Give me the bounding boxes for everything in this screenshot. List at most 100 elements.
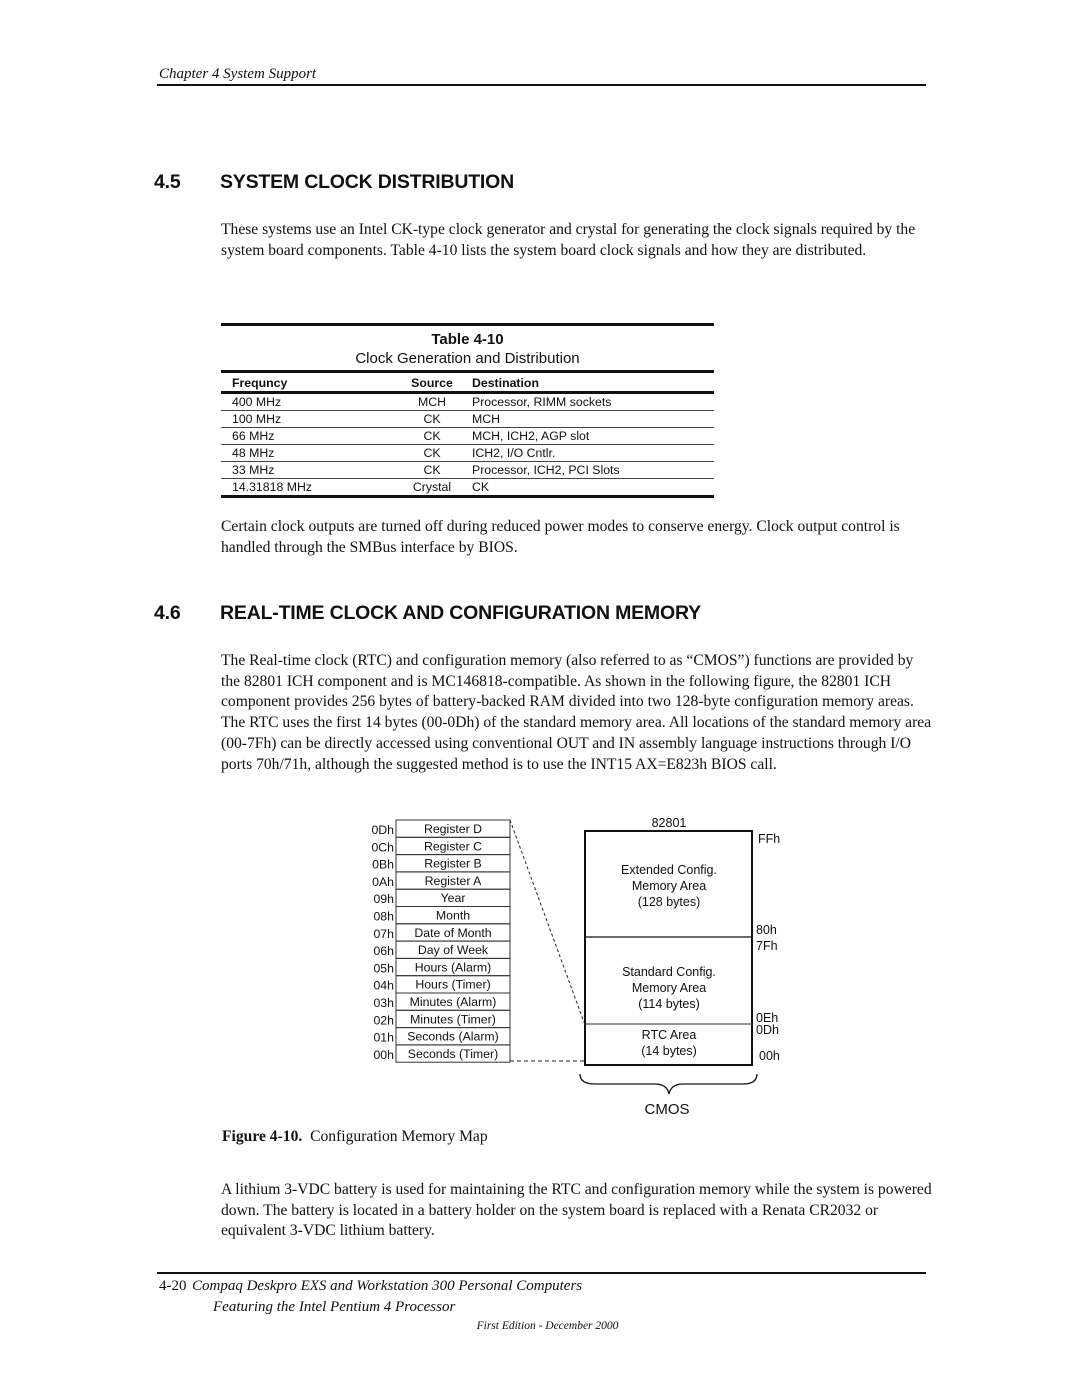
- rtc-register-stack: Register D 0Dh Register C 0Ch Register B 0Bh R…: [371, 819, 511, 1063]
- register-address: 06h: [373, 944, 394, 958]
- cell-frequency: 14.31818 MHz: [221, 478, 397, 498]
- register-address: 0Ch: [371, 840, 394, 854]
- cell-destination: Processor, ICH2, PCI Slots: [467, 461, 714, 479]
- register-name: Register A: [425, 874, 483, 888]
- rtc-area-line2: (14 bytes): [641, 1044, 697, 1058]
- cell-source: CK: [397, 427, 467, 445]
- configuration-memory-map: Register D 0Dh Register C 0Ch Register B 0Bh R…: [355, 812, 795, 1122]
- cell-frequency: 48 MHz: [221, 444, 397, 462]
- table-header-row: Frequncy Source Destination: [221, 373, 714, 394]
- register-name: Month: [436, 909, 470, 923]
- addr-label-7fh: 7Fh: [756, 939, 778, 953]
- register-address: 02h: [373, 1013, 394, 1027]
- figure-number: Figure 4-10.: [222, 1128, 303, 1145]
- register-address: 0Ah: [372, 875, 394, 889]
- rtc-paragraph: The Real-time clock (RTC) and configurat…: [221, 652, 932, 773]
- table-row: 14.31818 MHz Crystal CK: [221, 478, 714, 498]
- cell-destination: ICH2, I/O Cntlr.: [467, 444, 714, 462]
- extended-area-line2: Memory Area: [632, 879, 706, 893]
- edition-note: First Edition - December 2000: [476, 1320, 619, 1332]
- register-address: 05h: [373, 961, 394, 975]
- cell-source: CK: [397, 444, 467, 462]
- column-header-destination: Destination: [467, 373, 714, 394]
- register-name: Day of Week: [418, 943, 489, 957]
- cell-frequency: 400 MHz: [221, 392, 397, 411]
- standard-area-line3: (114 bytes): [638, 997, 700, 1011]
- footer-title-line1: 4-20 Compaq Deskpro EXS and Workstation 3…: [159, 1278, 582, 1295]
- register-name: Hours (Alarm): [415, 960, 492, 974]
- clock-distribution-table: Frequncy Source Destination 400 MHz MCH Pr…: [221, 373, 714, 498]
- page-number: 4-20: [159, 1278, 187, 1294]
- register-name: Register C: [424, 839, 482, 853]
- cell-frequency: 33 MHz: [221, 461, 397, 479]
- table-top-rule: [221, 323, 714, 326]
- section-heading-4-5: 4.5 SYSTEM CLOCK DISTRIBUTION: [154, 171, 514, 194]
- clock-output-paragraph: Certain clock outputs are turned off dur…: [221, 518, 900, 556]
- register-address: 03h: [373, 996, 394, 1010]
- column-header-frequency: Frequncy: [221, 373, 397, 394]
- table-row: 33 MHz CK Processor, ICH2, PCI Slots: [221, 461, 714, 479]
- section-title: SYSTEM CLOCK DISTRIBUTION: [220, 171, 515, 193]
- register-address: 08h: [373, 910, 394, 924]
- extended-area-line1: Extended Config.: [621, 863, 717, 877]
- register-name: Register B: [424, 857, 481, 871]
- footer-title-line2: Featuring the Intel Pentium 4 Processor: [213, 1299, 456, 1315]
- standard-area-line1: Standard Config.: [622, 965, 716, 979]
- cmos-label: CMOS: [645, 1101, 690, 1118]
- battery-paragraph: A lithium 3-VDC battery is used for main…: [221, 1181, 932, 1240]
- register-name: Minutes (Timer): [410, 1012, 496, 1026]
- register-name: Seconds (Alarm): [407, 1030, 499, 1044]
- register-name: Seconds (Timer): [408, 1047, 498, 1061]
- cell-source: Crystal: [397, 478, 467, 498]
- register-address: 0Dh: [371, 823, 394, 837]
- register-address: 00h: [373, 1048, 394, 1062]
- column-header-source: Source: [397, 373, 467, 394]
- cell-source: CK: [397, 410, 467, 428]
- register-address: 07h: [373, 927, 394, 941]
- book-title: Compaq Deskpro EXS and Workstation 300 P…: [192, 1278, 583, 1294]
- table-row: 100 MHz CK MCH: [221, 410, 714, 428]
- cell-destination: MCH, ICH2, AGP slot: [467, 427, 714, 445]
- register-address: 09h: [373, 892, 394, 906]
- cell-destination: CK: [467, 478, 714, 498]
- figure-caption: Figure 4-10. Configuration Memory Map: [222, 1128, 488, 1146]
- table-row: 400 MHz MCH Processor, RIMM sockets: [221, 392, 714, 411]
- cell-destination: Processor, RIMM sockets: [467, 392, 714, 411]
- table-row: 66 MHz CK MCH, ICH2, AGP slot: [221, 427, 714, 445]
- chapter-header: Chapter 4 System Support: [159, 66, 317, 82]
- addr-label-ffh: FFh: [758, 832, 780, 846]
- intro-paragraph: These systems use an Intel CK-type clock…: [221, 221, 916, 259]
- footer-rule: [157, 1272, 926, 1274]
- cell-destination: MCH: [467, 410, 714, 428]
- cell-source: CK: [397, 461, 467, 479]
- register-name: Year: [441, 891, 466, 905]
- section-title: REAL-TIME CLOCK AND CONFIGURATION MEMORY: [220, 602, 701, 624]
- register-name: Hours (Timer): [415, 978, 490, 992]
- chip-label: 82801: [652, 816, 687, 830]
- register-address: 0Bh: [372, 858, 394, 872]
- rtc-area-line1: RTC Area: [642, 1028, 697, 1042]
- register-name: Register D: [424, 822, 482, 836]
- table-title: Table 4-10: [431, 331, 504, 348]
- figure-title: Configuration Memory Map: [310, 1128, 488, 1145]
- cell-frequency: 100 MHz: [221, 410, 397, 428]
- addr-label-00h: 00h: [759, 1049, 780, 1063]
- register-address: 01h: [373, 1031, 394, 1045]
- register-address: 04h: [373, 979, 394, 993]
- standard-area-line2: Memory Area: [632, 981, 706, 995]
- section-heading-4-6: 4.6 REAL-TIME CLOCK AND CONFIGURATION MEM…: [154, 602, 701, 625]
- cell-frequency: 66 MHz: [221, 427, 397, 445]
- header-rule: [157, 84, 926, 86]
- register-name: Date of Month: [414, 926, 491, 940]
- addr-label-80h: 80h: [756, 923, 777, 937]
- cell-source: MCH: [397, 392, 467, 411]
- extended-area-line3: (128 bytes): [638, 895, 701, 909]
- addr-label-0dh: 0Dh: [756, 1023, 779, 1037]
- table-row: 48 MHz CK ICH2, I/O Cntlr.: [221, 444, 714, 462]
- register-name: Minutes (Alarm): [410, 995, 497, 1009]
- cmos-brace-icon: [579, 1073, 758, 1095]
- connector-top-dashed-line: [509, 819, 586, 1026]
- section-number: 4.6: [154, 602, 181, 624]
- clock-table: Table 4-10 Clock Generation and Distribu…: [221, 323, 714, 498]
- table-caption: Clock Generation and Distribution: [355, 350, 580, 367]
